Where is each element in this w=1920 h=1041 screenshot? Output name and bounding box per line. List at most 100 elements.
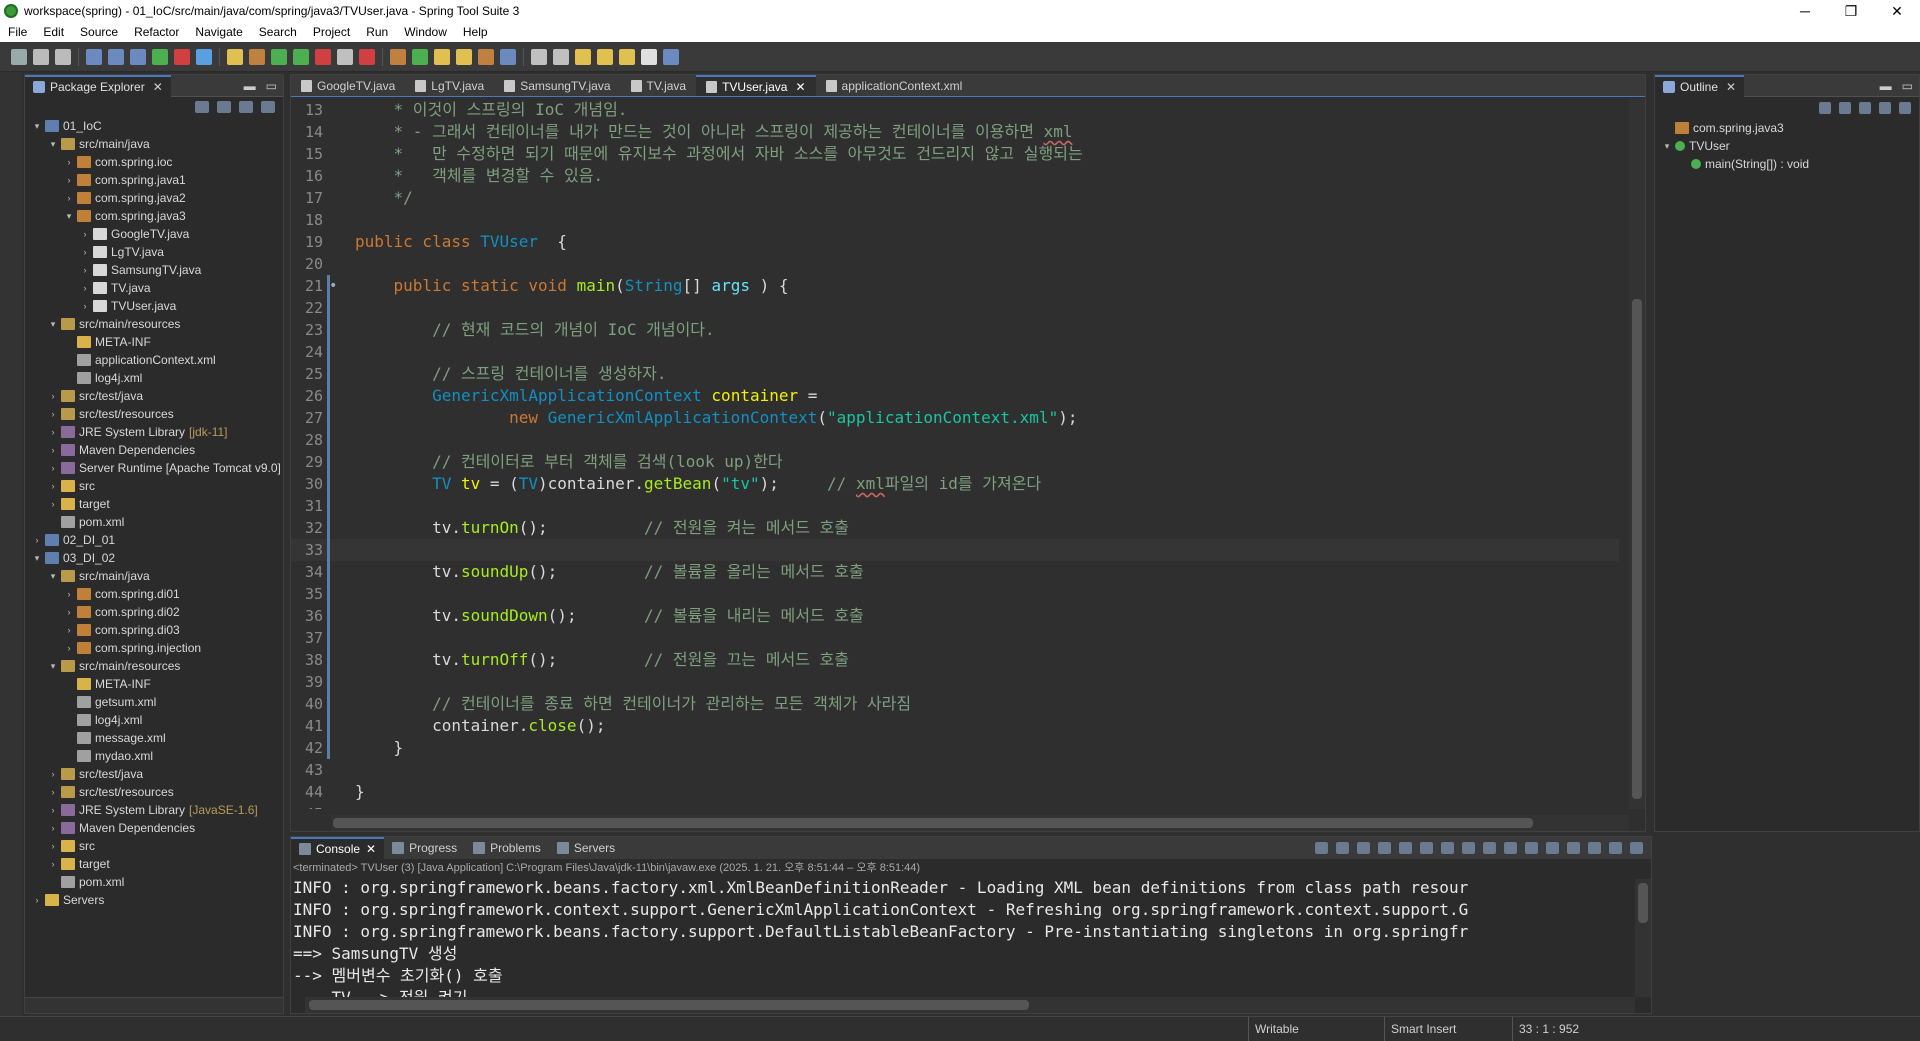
tree-item[interactable]: › src/test/resources [25, 783, 283, 801]
tree-item[interactable]: applicationContext.xml [25, 351, 283, 369]
toolbar-button-icon[interactable] [337, 48, 353, 65]
close-icon[interactable]: ✕ [1726, 80, 1736, 94]
tree-item[interactable]: › Maven Dependencies [25, 819, 283, 837]
toolbar-button-icon[interactable] [478, 48, 494, 65]
expand-arrow-icon[interactable]: › [63, 643, 75, 653]
tab-package-explorer[interactable]: Package Explorer ✕ [25, 74, 171, 97]
console-action-icon[interactable] [1546, 842, 1559, 854]
expand-arrow-icon[interactable]: › [47, 787, 59, 797]
console-action-icon[interactable] [1588, 842, 1601, 854]
toolbar-button-icon[interactable] [575, 48, 591, 65]
link-with-editor-icon[interactable] [217, 101, 231, 113]
console-action-icon[interactable] [1399, 842, 1412, 854]
collapse-all-icon[interactable] [195, 101, 209, 113]
tree-item[interactable]: › src [25, 837, 283, 855]
editor-tab[interactable]: SamsungTV.java [494, 75, 620, 96]
tree-item[interactable]: ▾ 03_DI_02 [25, 549, 283, 567]
toolbar-button-icon[interactable] [293, 48, 309, 65]
scroll-thumb[interactable] [333, 818, 1533, 828]
expand-arrow-icon[interactable]: › [31, 535, 43, 545]
tree-item[interactable]: › com.spring.di02 [25, 603, 283, 621]
console-action-icon[interactable] [1336, 842, 1349, 854]
maximize-view-icon[interactable]: ▭ [266, 79, 277, 93]
tree-item[interactable]: log4j.xml [25, 369, 283, 387]
tree-item[interactable]: ▾ src/main/resources [25, 657, 283, 675]
expand-arrow-icon[interactable]: › [79, 283, 91, 293]
tree-item[interactable]: › src [25, 477, 283, 495]
toolbar-button-icon[interactable] [500, 48, 516, 65]
toolbar-button-icon[interactable] [11, 48, 27, 65]
expand-arrow-icon[interactable]: › [47, 805, 59, 815]
toolbar-button-icon[interactable] [271, 48, 287, 65]
console-tab[interactable]: Progress [384, 837, 465, 859]
tree-item[interactable]: pom.xml [25, 873, 283, 891]
tree-item[interactable]: › Maven Dependencies [25, 441, 283, 459]
expand-arrow-icon[interactable]: ▾ [31, 121, 43, 132]
code-area[interactable]: 13 * 이것이 스프링의 IoC 개념임. 14 * - 그래서 컨테이너를 내… [291, 99, 1619, 809]
tree-item[interactable]: › 02_DI_01 [25, 531, 283, 549]
editor-vertical-scrollbar[interactable] [1629, 99, 1645, 809]
toolbar-button-icon[interactable] [55, 48, 71, 65]
scroll-thumb[interactable] [1638, 883, 1648, 923]
tree-item[interactable]: › com.spring.di03 [25, 621, 283, 639]
toolbar-button-icon[interactable] [130, 48, 146, 65]
console-action-icon[interactable] [1525, 842, 1538, 854]
scroll-thumb[interactable] [1632, 299, 1642, 799]
tree-item[interactable]: › com.spring.ioc [25, 153, 283, 171]
toolbar-button-icon[interactable] [227, 48, 243, 65]
tree-item[interactable]: ▾ 01_IoC [25, 117, 283, 135]
expand-arrow-icon[interactable]: › [47, 445, 59, 455]
tree-item[interactable]: › SamsungTV.java [25, 261, 283, 279]
menu-source[interactable]: Source [72, 25, 126, 39]
toolbar-button-icon[interactable] [315, 48, 331, 65]
toolbar-button-icon[interactable] [33, 48, 49, 65]
editor-tab[interactable]: TVUser.java ✕ [696, 75, 816, 96]
tree-item[interactable]: META-INF [25, 675, 283, 693]
tree-item[interactable]: › Server Runtime [Apache Tomcat v9.0] [25, 459, 283, 477]
console-vertical-scrollbar[interactable] [1635, 879, 1651, 997]
expand-arrow-icon[interactable]: ▾ [63, 211, 75, 222]
expand-arrow-icon[interactable]: › [79, 265, 91, 275]
toolbar-button-icon[interactable] [663, 48, 679, 65]
menu-window[interactable]: Window [396, 25, 455, 39]
toolbar-button-icon[interactable] [152, 48, 168, 65]
tree-item[interactable]: ▾ com.spring.java3 [25, 207, 283, 225]
console-action-icon[interactable] [1420, 842, 1433, 854]
console-action-icon[interactable] [1357, 842, 1370, 854]
expand-arrow-icon[interactable]: › [47, 823, 59, 833]
editor-tab[interactable]: applicationContext.xml [816, 75, 973, 96]
menu-help[interactable]: Help [455, 25, 496, 39]
toolbar-button-icon[interactable] [434, 48, 450, 65]
editor-tab[interactable]: GoogleTV.java [291, 75, 405, 96]
console-action-icon[interactable] [1609, 842, 1622, 854]
menu-navigate[interactable]: Navigate [187, 25, 250, 39]
expand-arrow-icon[interactable]: ▾ [31, 553, 43, 564]
expand-arrow-icon[interactable]: ▾ [1661, 141, 1673, 152]
tree-item[interactable]: META-INF [25, 333, 283, 351]
toolbar-button-icon[interactable] [641, 48, 657, 65]
console-output[interactable]: INFO : org.springframework.beans.factory… [291, 877, 1651, 997]
tree-item[interactable]: › src/test/resources [25, 405, 283, 423]
toolbar-button-icon[interactable] [359, 48, 375, 65]
close-icon[interactable]: ✕ [795, 80, 805, 94]
console-action-icon[interactable] [1315, 842, 1328, 854]
console-action-icon[interactable] [1504, 842, 1517, 854]
menu-refactor[interactable]: Refactor [126, 25, 187, 39]
tree-item[interactable]: › target [25, 855, 283, 873]
toolbar-button-icon[interactable] [108, 48, 124, 65]
tree-item[interactable]: › com.spring.java1 [25, 171, 283, 189]
view-menu-icon[interactable] [1899, 102, 1911, 114]
expand-arrow-icon[interactable]: › [47, 391, 59, 401]
menu-edit[interactable]: Edit [35, 25, 72, 39]
hide-fields-icon[interactable] [1839, 102, 1851, 114]
hide-nonpublic-icon[interactable] [1879, 102, 1891, 114]
tree-item[interactable]: › src/test/java [25, 765, 283, 783]
console-action-icon[interactable] [1462, 842, 1475, 854]
console-tab[interactable]: Console ✕ [291, 837, 385, 859]
editor-tab[interactable]: LgTV.java [405, 75, 494, 96]
tree-item[interactable]: ▾ src/main/java [25, 135, 283, 153]
hide-static-icon[interactable] [1859, 102, 1871, 114]
expand-arrow-icon[interactable]: › [47, 481, 59, 491]
minimize-view-icon[interactable]: ▬ [244, 79, 256, 93]
tree-item[interactable]: › Servers [25, 891, 283, 909]
